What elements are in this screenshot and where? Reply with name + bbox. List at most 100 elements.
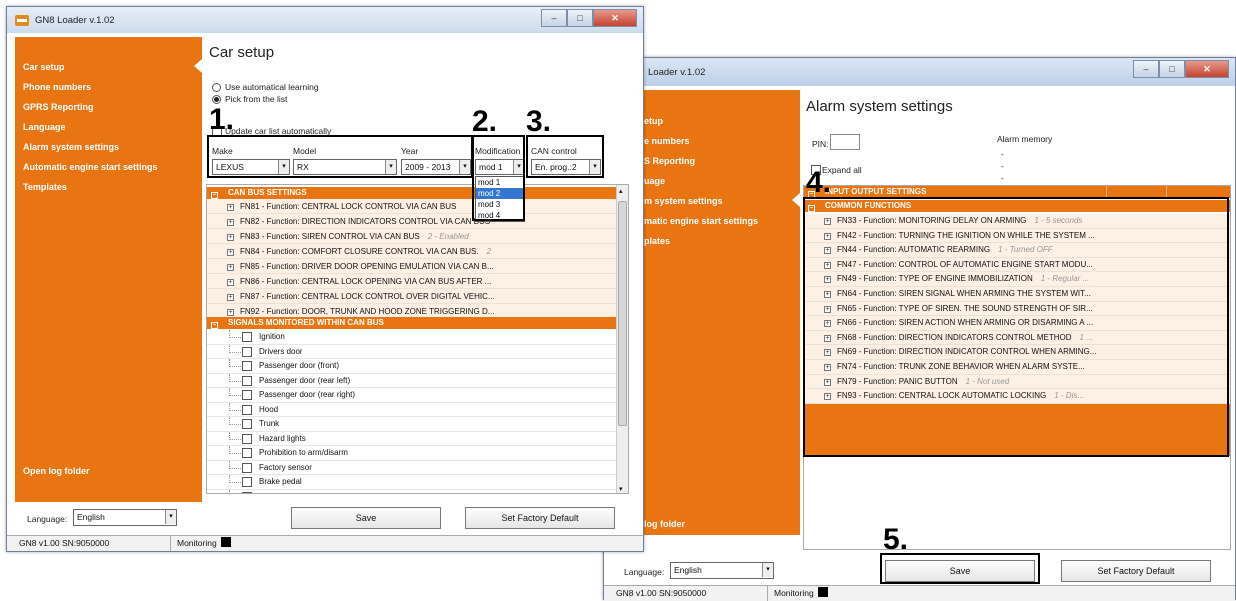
- chevron-down-icon[interactable]: ▾: [165, 510, 176, 524]
- expand-icon[interactable]: +: [227, 294, 234, 301]
- signal-checkbox[interactable]: [242, 477, 252, 487]
- sidebar-item-alarm-system[interactable]: m system settings: [644, 196, 723, 206]
- settings-grid[interactable]: – CAN BUS SETTINGS + FN81 - Function: CENT…: [206, 184, 629, 494]
- pin-input[interactable]: [830, 134, 860, 150]
- language-value: English: [674, 565, 702, 575]
- title-bar[interactable]: GN8 Loader v.1.02 – □ ✕: [7, 7, 643, 33]
- section-header-can-bus[interactable]: – CAN BUS SETTINGS: [207, 187, 616, 199]
- expand-icon[interactable]: +: [227, 249, 234, 256]
- section-title: SIGNALS MONITORED WITHIN CAN BUS: [228, 318, 384, 327]
- scrollbar-thumb[interactable]: [618, 201, 627, 426]
- signal-row: Passenger door (front): [207, 359, 616, 374]
- annotation-number-1: 1.: [209, 103, 235, 136]
- tree-connector: [229, 373, 241, 382]
- status-bar: GN8 v1.00 SN:9050000 Monitoring: [604, 585, 1235, 601]
- sidebar-item-car-setup[interactable]: Car setup: [23, 62, 65, 72]
- open-log-folder-link[interactable]: Open log folder: [23, 466, 90, 476]
- signal-label: Passenger door (rear right): [259, 390, 356, 399]
- save-button[interactable]: Save: [291, 507, 441, 529]
- signal-label: Passenger door (front): [259, 361, 340, 370]
- maximize-button[interactable]: □: [567, 9, 593, 27]
- function-label: FN81 - Function: CENTRAL LOCK CONTROL VI…: [240, 202, 457, 211]
- sidebar-item-phone-numbers[interactable]: e numbers: [644, 136, 690, 146]
- minimize-button[interactable]: –: [541, 9, 567, 27]
- signal-checkbox[interactable]: [242, 433, 252, 444]
- function-label: FN82 - Function: DIRECTION INDICATORS CO…: [240, 217, 491, 226]
- expand-icon[interactable]: +: [227, 219, 234, 226]
- chevron-down-icon[interactable]: ▾: [762, 563, 773, 577]
- minimize-button[interactable]: –: [1133, 60, 1159, 78]
- scroll-down-arrow[interactable]: ▾: [619, 485, 623, 493]
- set-factory-default-button[interactable]: Set Factory Default: [465, 507, 615, 529]
- signal-label: Drivers door: [259, 346, 303, 356]
- language-label: Language:: [624, 567, 665, 577]
- sidebar-item-language[interactable]: Language: [23, 122, 66, 132]
- sidebar-item-templates[interactable]: plates: [644, 236, 670, 246]
- page-title: Alarm system settings: [806, 98, 953, 115]
- signal-label: Ignition: [259, 332, 285, 341]
- language-select[interactable]: English ▾: [670, 562, 774, 579]
- scroll-up-arrow[interactable]: ▴: [619, 187, 623, 195]
- function-row[interactable]: + FN84 - Function: COMFORT CLOSURE CONTRO…: [207, 244, 616, 259]
- expand-icon[interactable]: +: [227, 279, 234, 286]
- pin-label: PIN:: [812, 139, 829, 149]
- active-indicator: [792, 193, 800, 207]
- expand-icon[interactable]: +: [227, 234, 234, 241]
- alarm-memory-value: -: [1001, 173, 1004, 183]
- language-select[interactable]: English ▾: [73, 509, 177, 526]
- function-row[interactable]: + FN87 - Function: CENTRAL LOCK CONTROL O…: [207, 289, 616, 304]
- sidebar-item-templates[interactable]: Templates: [23, 182, 67, 192]
- sidebar-item-alarm-system[interactable]: Alarm system settings: [23, 142, 119, 152]
- sidebar-item-auto-start[interactable]: matic engine start settings: [644, 216, 758, 226]
- section-header-signals[interactable]: – SIGNALS MONITORED WITHIN CAN BUS: [207, 317, 616, 329]
- expand-icon[interactable]: +: [227, 264, 234, 271]
- signal-checkbox[interactable]: [242, 332, 252, 342]
- monitoring-indicator: [220, 537, 231, 547]
- close-button[interactable]: ✕: [1185, 60, 1229, 78]
- signal-checkbox[interactable]: [242, 361, 252, 371]
- function-row[interactable]: + FN83 - Function: SIREN CONTROL VIA CAN …: [207, 229, 616, 244]
- tree-connector: [229, 359, 241, 367]
- sidebar-item-phone-numbers[interactable]: Phone numbers: [23, 82, 91, 92]
- vertical-scrollbar[interactable]: ▴ ▾: [616, 185, 628, 493]
- function-label: FN92 - Function: DOOR, TRUNK AND HOOD ZO…: [240, 307, 495, 316]
- signal-checkbox[interactable]: [242, 419, 252, 429]
- sidebar-item-gprs[interactable]: GPRS Reporting: [23, 102, 94, 112]
- signal-row: Prohibition to arm/disarm: [207, 446, 616, 461]
- status-divider: [170, 536, 171, 551]
- radio-automatic-learning[interactable]: [212, 83, 221, 92]
- set-factory-default-button[interactable]: Set Factory Default: [1061, 560, 1211, 582]
- function-row[interactable]: + FN85 - Function: DRIVER DOOR OPENING EM…: [207, 259, 616, 274]
- expand-icon[interactable]: +: [227, 204, 234, 211]
- signal-checkbox[interactable]: [242, 448, 252, 458]
- signal-row: Hood: [207, 402, 616, 417]
- section-title: CAN BUS SETTINGS: [228, 188, 307, 197]
- sidebar-item-auto-start[interactable]: Automatic engine start settings: [23, 162, 158, 172]
- maximize-button[interactable]: □: [1159, 60, 1185, 78]
- radio-pick-from-list-label: Pick from the list: [225, 94, 288, 104]
- signal-label: Hazard lights: [259, 433, 306, 443]
- signal-checkbox[interactable]: [242, 404, 252, 415]
- function-row[interactable]: + FN86 - Function: CENTRAL LOCK OPENING V…: [207, 274, 616, 289]
- sidebar-item-car-setup[interactable]: etup: [644, 116, 663, 126]
- title-bar[interactable]: Loader v.1.02 – □ ✕: [604, 58, 1235, 86]
- close-button[interactable]: ✕: [593, 9, 637, 27]
- annotation-number-4: 4.: [806, 166, 832, 199]
- signal-row: Hazard lights: [207, 431, 616, 446]
- signal-checkbox[interactable]: [242, 462, 252, 473]
- signal-checkbox[interactable]: [242, 346, 252, 357]
- signal-label: Brake pedal: [259, 477, 302, 486]
- signal-checkbox[interactable]: [242, 375, 252, 386]
- expand-icon[interactable]: +: [227, 309, 234, 316]
- signal-checkbox[interactable]: [242, 491, 252, 493]
- function-row[interactable]: + FN82 - Function: DIRECTION INDICATORS C…: [207, 214, 616, 229]
- sidebar-item-language[interactable]: uage: [644, 176, 665, 186]
- signal-checkbox[interactable]: [242, 390, 252, 400]
- function-label: FN86 - Function: CENTRAL LOCK OPENING VI…: [240, 277, 492, 286]
- function-row[interactable]: + FN81 - Function: CENTRAL LOCK CONTROL V…: [207, 199, 616, 214]
- monitoring-label: Monitoring: [774, 588, 814, 598]
- open-log-folder-link[interactable]: log folder: [644, 519, 685, 529]
- function-label: FN87 - Function: CENTRAL LOCK CONTROL OV…: [240, 292, 495, 301]
- annotation-box-2: [472, 135, 525, 221]
- sidebar-item-gprs[interactable]: S Reporting: [644, 156, 695, 166]
